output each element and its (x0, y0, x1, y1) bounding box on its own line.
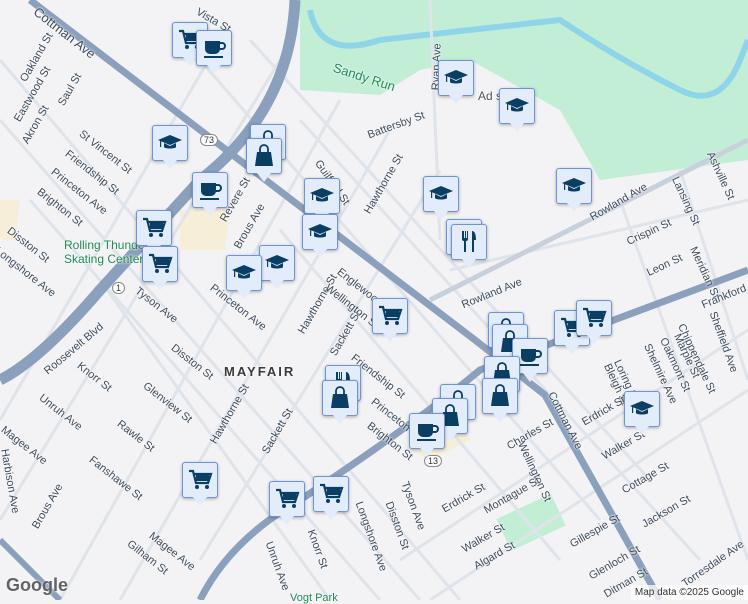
grocery-icon (276, 488, 300, 508)
grocery-marker[interactable] (576, 300, 612, 344)
school-icon (444, 70, 468, 84)
grocery-marker[interactable] (142, 246, 178, 290)
grocery-marker[interactable] (372, 298, 408, 342)
school-marker[interactable] (259, 245, 295, 289)
store-icon (255, 144, 273, 166)
route-73-shield: 73 (200, 134, 219, 146)
grocery-marker[interactable] (269, 481, 305, 525)
school-icon (265, 255, 289, 269)
cafe-icon (417, 424, 439, 441)
cafe-icon (200, 183, 222, 200)
cafe-marker[interactable] (409, 413, 445, 457)
park-label: Vogt Park (290, 592, 338, 604)
school-marker[interactable] (499, 88, 535, 132)
grocery-icon (189, 469, 213, 489)
store-icon (331, 386, 349, 408)
school-marker[interactable] (304, 178, 340, 222)
school-marker[interactable] (152, 125, 188, 169)
school-icon (232, 265, 256, 279)
map-attribution[interactable]: Map data ©2025 Google (630, 585, 748, 600)
school-marker[interactable] (302, 214, 338, 258)
restaurant-marker[interactable] (451, 224, 487, 268)
google-logo: Google (6, 575, 68, 595)
school-icon (310, 188, 334, 202)
cafe-icon (204, 41, 226, 58)
grocery-marker[interactable] (136, 210, 172, 254)
grocery-icon (379, 305, 403, 325)
school-marker[interactable] (624, 391, 660, 435)
neighborhood-label: MAYFAIR (224, 364, 296, 379)
cafe-icon (520, 349, 542, 366)
store-marker[interactable] (482, 378, 518, 422)
store-marker[interactable] (246, 138, 282, 182)
store-icon (491, 384, 509, 406)
cafe-marker[interactable] (196, 30, 232, 74)
school-marker[interactable] (423, 176, 459, 220)
school-icon (505, 98, 529, 112)
grocery-icon (143, 217, 167, 237)
route-1-shield: 1 (112, 282, 126, 294)
cafe-marker[interactable] (192, 172, 228, 216)
school-marker[interactable] (226, 255, 262, 299)
school-marker[interactable] (438, 60, 474, 104)
grocery-marker[interactable] (313, 476, 349, 520)
grocery-icon (583, 307, 607, 327)
restaurant-icon (462, 231, 476, 252)
school-marker[interactable] (556, 168, 592, 212)
school-icon (429, 186, 453, 200)
school-icon (308, 224, 332, 238)
store-marker[interactable] (322, 380, 358, 424)
grocery-icon (149, 253, 173, 273)
grocery-icon (320, 483, 344, 503)
school-icon (158, 135, 182, 149)
school-icon (562, 178, 586, 192)
grocery-marker[interactable] (182, 462, 218, 506)
school-icon (630, 401, 654, 415)
